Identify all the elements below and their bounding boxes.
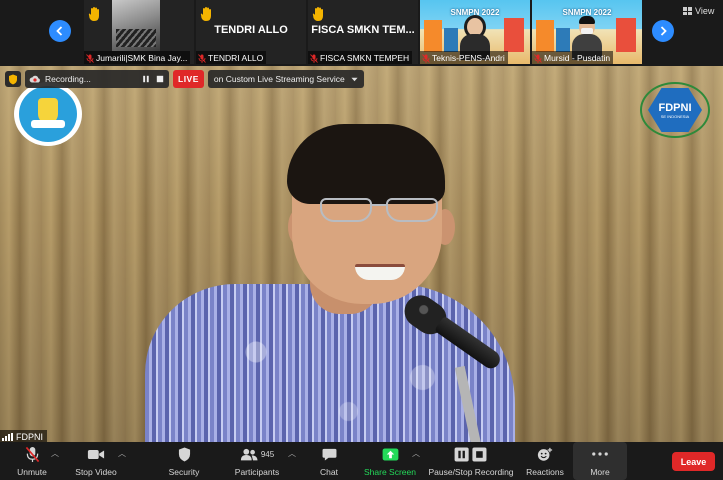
- participant-name: TENDRI ALLO: [196, 51, 267, 64]
- stop-recording-button[interactable]: [155, 74, 165, 84]
- participant-tile[interactable]: FISCA SMKN TEM... FISCA SMKN TEMPEH: [308, 0, 418, 64]
- meeting-toolbar: Unmute ︿ Stop Video ︿ Security 945 Parti…: [0, 442, 723, 480]
- leave-button[interactable]: Leave: [672, 452, 715, 471]
- gallery-prev-button[interactable]: [49, 20, 71, 42]
- pause-stop-recording-button[interactable]: Pause/Stop Recording: [427, 445, 515, 479]
- participant-tile[interactable]: Jumarili|SMK Bina Jay...: [84, 0, 194, 64]
- participant-tile[interactable]: SNMPN 2022 Mursid - Pusdatin: [532, 0, 642, 64]
- participant-count: 945: [260, 449, 275, 459]
- pause-icon: [143, 75, 149, 83]
- active-speaker-video: [0, 66, 723, 442]
- connection-signal-icon: [2, 433, 13, 441]
- background-banner: SNMPN 2022: [450, 8, 500, 17]
- video-options-caret-icon[interactable]: ︿: [118, 448, 126, 459]
- chat-bubble-icon: [322, 448, 336, 461]
- grid-view-icon: [683, 7, 692, 15]
- live-stream-dropdown[interactable]: on Custom Live Streaming Service: [207, 70, 364, 88]
- pause-stop-icon: [454, 446, 487, 462]
- mic-muted-icon: [198, 53, 206, 63]
- participant-name: Jumarili|SMK Bina Jay...: [84, 51, 191, 64]
- recording-label: Recording...: [45, 74, 91, 84]
- participants-button[interactable]: 945 Participants: [232, 445, 282, 479]
- live-badge: LIVE: [173, 70, 204, 88]
- fdpni-logo: FDPNI SE INDONESIA: [640, 82, 710, 138]
- gallery-strip: Jumarili|SMK Bina Jay... TENDRI ALLO TEN…: [0, 0, 723, 66]
- video-camera-icon: [87, 449, 105, 459]
- view-button[interactable]: View: [683, 6, 714, 16]
- audio-options-caret-icon[interactable]: ︿: [51, 448, 59, 459]
- participants-options-caret-icon[interactable]: ︿: [288, 448, 296, 459]
- raised-hand-icon: [312, 7, 323, 21]
- gallery-next-button[interactable]: [652, 20, 674, 42]
- participants-icon: [240, 448, 258, 460]
- smiley-plus-icon: [537, 447, 553, 461]
- glasses: [320, 198, 444, 226]
- more-dots-icon: [592, 452, 608, 456]
- tut-wuri-handayani-logo: [14, 82, 82, 146]
- participant-tile[interactable]: TENDRI ALLO TENDRI ALLO: [196, 0, 306, 64]
- chat-button[interactable]: Chat: [318, 445, 340, 479]
- participant-video: [112, 0, 160, 51]
- security-button[interactable]: Security: [166, 445, 202, 479]
- shield-icon: [178, 447, 190, 461]
- security-shield-icon[interactable]: [5, 71, 21, 87]
- raised-hand-icon: [200, 7, 211, 21]
- mic-muted-icon: [310, 53, 318, 63]
- raised-hand-icon: [88, 7, 99, 21]
- cloud-icon: [29, 75, 40, 83]
- share-screen-button[interactable]: Share Screen: [363, 445, 417, 479]
- stop-icon: [156, 75, 164, 83]
- recording-bar: Recording... LIVE on Custom Live Streami…: [5, 70, 364, 88]
- stop-video-button[interactable]: Stop Video: [72, 445, 120, 479]
- participant-tile[interactable]: SNMPN 2022 Teknis-PENS-Andri: [420, 0, 530, 64]
- mic-muted-icon: [534, 53, 542, 63]
- pause-recording-button[interactable]: [141, 74, 151, 84]
- mic-muted-icon: [86, 53, 94, 63]
- cloud-recording-status: Recording...: [25, 70, 169, 88]
- mic-muted-icon: [422, 53, 430, 63]
- mic-muted-icon: [25, 446, 39, 462]
- share-options-caret-icon[interactable]: ︿: [412, 448, 420, 459]
- caret-down-icon: [351, 77, 358, 81]
- unmute-button[interactable]: Unmute: [14, 445, 50, 479]
- more-button[interactable]: More: [573, 442, 627, 480]
- participant-name: Teknis-PENS-Andri: [420, 51, 508, 64]
- participant-name: FISCA SMKN TEMPEH: [308, 51, 413, 64]
- share-screen-icon: [382, 447, 398, 461]
- chevron-left-icon: [56, 26, 63, 36]
- reactions-button[interactable]: Reactions: [524, 445, 566, 479]
- participant-display-name: TENDRI ALLO: [214, 24, 288, 36]
- chevron-right-icon: [660, 26, 667, 36]
- participant-display-name: FISCA SMKN TEM...: [311, 24, 415, 36]
- participant-name: Mursid - Pusdatin: [532, 51, 614, 64]
